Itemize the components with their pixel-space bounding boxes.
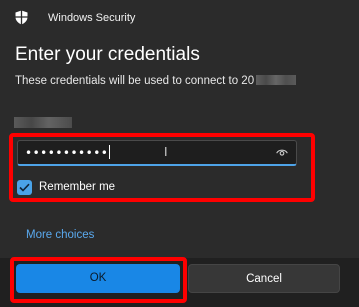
dialog-heading: Enter your credentials	[15, 44, 200, 65]
title-bar: Windows Security	[0, 0, 359, 36]
annotation-highlight-ok	[10, 257, 187, 303]
redacted-server-name	[256, 75, 297, 85]
dialog-subtitle: These credentials will be used to connec…	[15, 75, 297, 87]
redacted-username	[14, 117, 72, 128]
shield-icon	[15, 10, 28, 25]
credentials-dialog: Windows Security Enter your credentials …	[0, 0, 359, 307]
more-choices-link[interactable]: More choices	[26, 229, 94, 241]
annotation-highlight-fields	[9, 133, 315, 202]
subtitle-text: These credentials will be used to connec…	[15, 75, 255, 87]
cancel-button[interactable]: Cancel	[188, 264, 340, 293]
app-title: Windows Security	[48, 12, 136, 24]
